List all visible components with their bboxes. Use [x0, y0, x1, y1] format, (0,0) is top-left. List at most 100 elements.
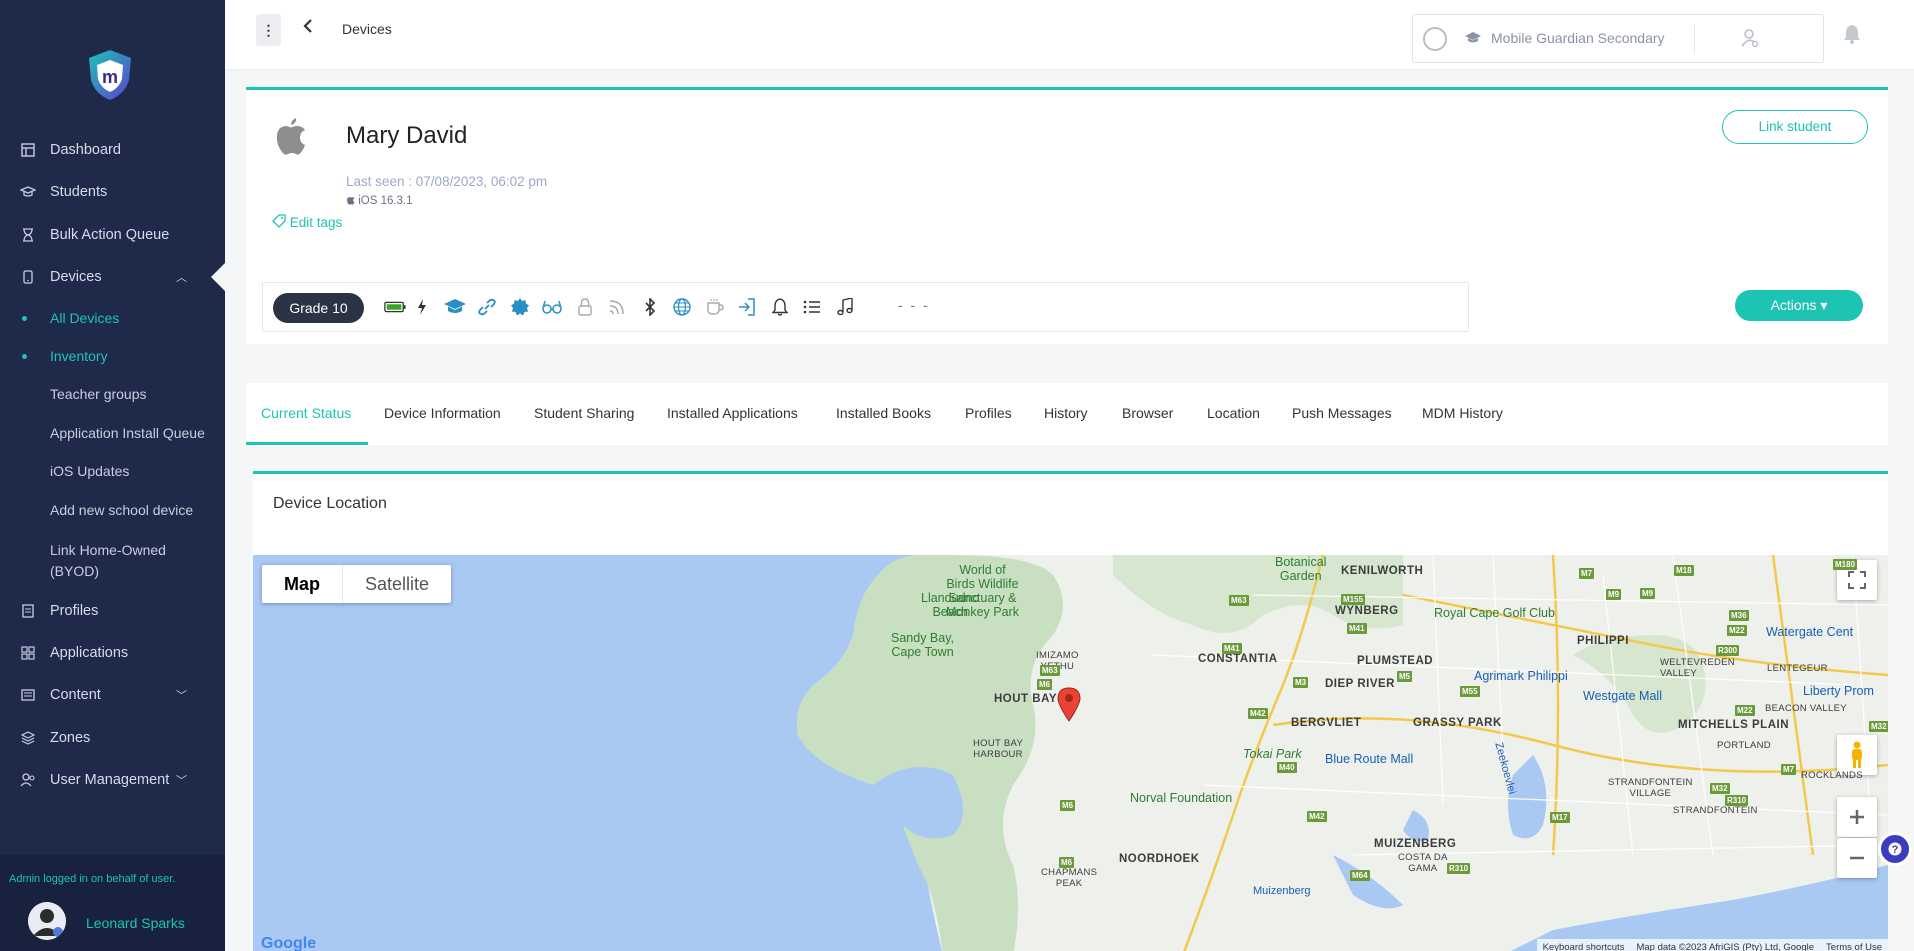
zoom-out-icon[interactable]	[1837, 838, 1877, 878]
dashboard-icon	[20, 142, 36, 158]
sidebar-item-zones[interactable]: Zones	[0, 718, 225, 758]
os-version-label: iOS 16.3.1	[358, 195, 413, 207]
login-icon[interactable]	[736, 296, 758, 318]
place-chapmans-peak: CHAPMANS PEAK	[1041, 867, 1098, 889]
back-chevron-icon[interactable]	[303, 19, 313, 38]
map-type-map-button[interactable]: Map	[262, 565, 342, 603]
edit-tags-link[interactable]: Edit tags	[272, 214, 342, 230]
place-rocklands: ROCKLANDS	[1801, 770, 1863, 781]
place-wynberg: WYNBERG	[1335, 605, 1399, 617]
map[interactable]: Map Satellite World of Birds Wildlife Sa…	[253, 555, 1888, 951]
tab-mdm-history[interactable]: MDM History	[1422, 405, 1503, 421]
place-strandfontein-village: STRANDFONTEIN VILLAGE	[1608, 777, 1693, 799]
help-question-icon[interactable]: ?	[1878, 832, 1912, 866]
sidebar-item-bulk-action-queue[interactable]: Bulk Action Queue	[0, 215, 225, 255]
road-shield: M9	[1606, 589, 1622, 600]
sidebar-subitem-link-home-owned[interactable]: Link Home-Owned (BYOD)	[50, 540, 200, 582]
tab-history[interactable]: History	[1044, 405, 1088, 421]
actions-dropdown-button[interactable]: Actions ▾	[1735, 290, 1863, 321]
sidebar-item-user-management[interactable]: User Management ﹀	[0, 760, 225, 800]
road-shield: M22	[1727, 625, 1747, 636]
place-liberty-promenade: Liberty Prom	[1803, 684, 1874, 698]
device-name: Mary David	[346, 122, 468, 149]
tab-browser[interactable]: Browser	[1122, 405, 1173, 421]
school-switcher[interactable]: Mobile Guardian Secondary	[1412, 14, 1824, 63]
lock-icon[interactable]	[574, 296, 596, 318]
graduation-cap-icon	[20, 184, 36, 200]
school-name[interactable]: Mobile Guardian Secondary	[1491, 30, 1665, 46]
wifi-icon[interactable]	[606, 296, 628, 318]
active-tab-underline	[246, 442, 368, 445]
apple-logo-icon	[274, 118, 306, 161]
sidebar-subitem-application-install-queue[interactable]: Application Install Queue	[50, 425, 205, 441]
sidebar-subitem-teacher-groups[interactable]: Teacher groups	[50, 386, 147, 402]
sidebar-item-devices[interactable]: Devices ︿	[0, 257, 225, 297]
user-name[interactable]: Leonard Sparks	[86, 915, 185, 931]
place-hout-bay: HOUT BAY	[994, 693, 1057, 705]
settings-badge-icon[interactable]	[509, 296, 531, 318]
bell-icon[interactable]	[769, 296, 791, 318]
tab-current-status[interactable]: Current Status	[261, 405, 351, 421]
svg-text:m: m	[102, 67, 118, 87]
map-land	[797, 555, 1888, 951]
place-westgate-mall: Westgate Mall	[1583, 689, 1662, 703]
keyboard-shortcuts-link[interactable]: Keyboard shortcuts	[1543, 942, 1625, 951]
terms-of-use-link[interactable]: Terms of Use	[1826, 942, 1882, 951]
road-shield: M17	[1550, 812, 1570, 823]
road-shield: R310	[1447, 863, 1471, 874]
user-settings-icon[interactable]	[1741, 28, 1759, 53]
place-grassy-park: GRASSY PARK	[1413, 717, 1502, 729]
road-shield: M22	[1735, 705, 1755, 716]
tab-push-messages[interactable]: Push Messages	[1292, 405, 1392, 421]
street-view-pegman-icon[interactable]	[1837, 735, 1877, 775]
tab-profiles[interactable]: Profiles	[965, 405, 1012, 421]
map-data-credit: Map data ©2023 AfriGIS (Pty) Ltd, Google	[1636, 941, 1815, 951]
sidebar-subitem-ios-updates[interactable]: iOS Updates	[50, 463, 129, 479]
tab-location[interactable]: Location	[1207, 405, 1260, 421]
cup-icon[interactable]	[704, 296, 726, 318]
tab-device-information[interactable]: Device Information	[384, 405, 501, 421]
sidebar-subitem-all-devices[interactable]: All Devices	[50, 310, 119, 326]
mobile-guardian-logo[interactable]: m	[85, 48, 135, 102]
profiles-icon	[20, 603, 36, 619]
place-norval-foundation: Norval Foundation	[1130, 791, 1233, 805]
sidebar-subitem-inventory[interactable]: Inventory	[50, 348, 108, 364]
tab-installed-applications[interactable]: Installed Applications	[667, 405, 798, 421]
link-icon[interactable]	[476, 296, 498, 318]
place-bergvliet: BERGVLIET	[1291, 717, 1362, 729]
battery-icon[interactable]	[384, 296, 406, 318]
device-status-bar: Grade 10 - - -	[262, 282, 1469, 332]
apple-small-icon	[347, 197, 355, 205]
sidebar-item-dashboard[interactable]: Dashboard	[0, 130, 225, 170]
place-lentegeur: LENTEGEUR	[1767, 663, 1828, 674]
globe-icon[interactable]	[671, 296, 693, 318]
zoom-in-icon[interactable]	[1837, 797, 1877, 837]
graduation-cap-icon[interactable]	[444, 296, 466, 318]
charging-icon[interactable]	[411, 296, 433, 318]
sidebar-item-profiles[interactable]: Profiles	[0, 591, 225, 631]
device-location-pin-icon[interactable]	[1056, 686, 1082, 727]
place-kenilworth: KENILWORTH	[1341, 565, 1424, 577]
topbar: ⋮ Devices Mobile Guardian Secondary	[225, 0, 1914, 70]
link-student-button[interactable]: Link student	[1722, 110, 1868, 144]
list-icon[interactable]	[801, 296, 823, 318]
place-muizenberg: Muizenberg	[1253, 885, 1311, 897]
edit-tags-label: Edit tags	[289, 215, 343, 230]
tab-student-sharing[interactable]: Student Sharing	[534, 405, 634, 421]
sidebar-item-students[interactable]: Students	[0, 172, 225, 212]
notification-bell-icon[interactable]	[1843, 24, 1861, 49]
sidebar-item-applications[interactable]: Applications	[0, 633, 225, 673]
music-icon[interactable]	[834, 296, 856, 318]
sidebar-item-content[interactable]: Content ﹀	[0, 675, 225, 715]
device-header-card: Mary David Last seen : 07/08/2023, 06:02…	[246, 87, 1888, 344]
device-location-card: Device Location Map Satellite World of B…	[253, 471, 1888, 951]
glasses-icon[interactable]	[541, 296, 563, 318]
avatar[interactable]	[28, 902, 66, 940]
chevron-down-icon: ﹀	[176, 690, 187, 702]
map-type-satellite-button[interactable]: Satellite	[342, 565, 451, 603]
bluetooth-icon[interactable]	[639, 296, 661, 318]
tab-installed-books[interactable]: Installed Books	[836, 405, 931, 421]
kebab-menu-icon[interactable]: ⋮	[256, 14, 281, 46]
sidebar-subitem-add-new-school-device[interactable]: Add new school device	[50, 502, 193, 518]
grade-badge: Grade 10	[273, 293, 364, 323]
